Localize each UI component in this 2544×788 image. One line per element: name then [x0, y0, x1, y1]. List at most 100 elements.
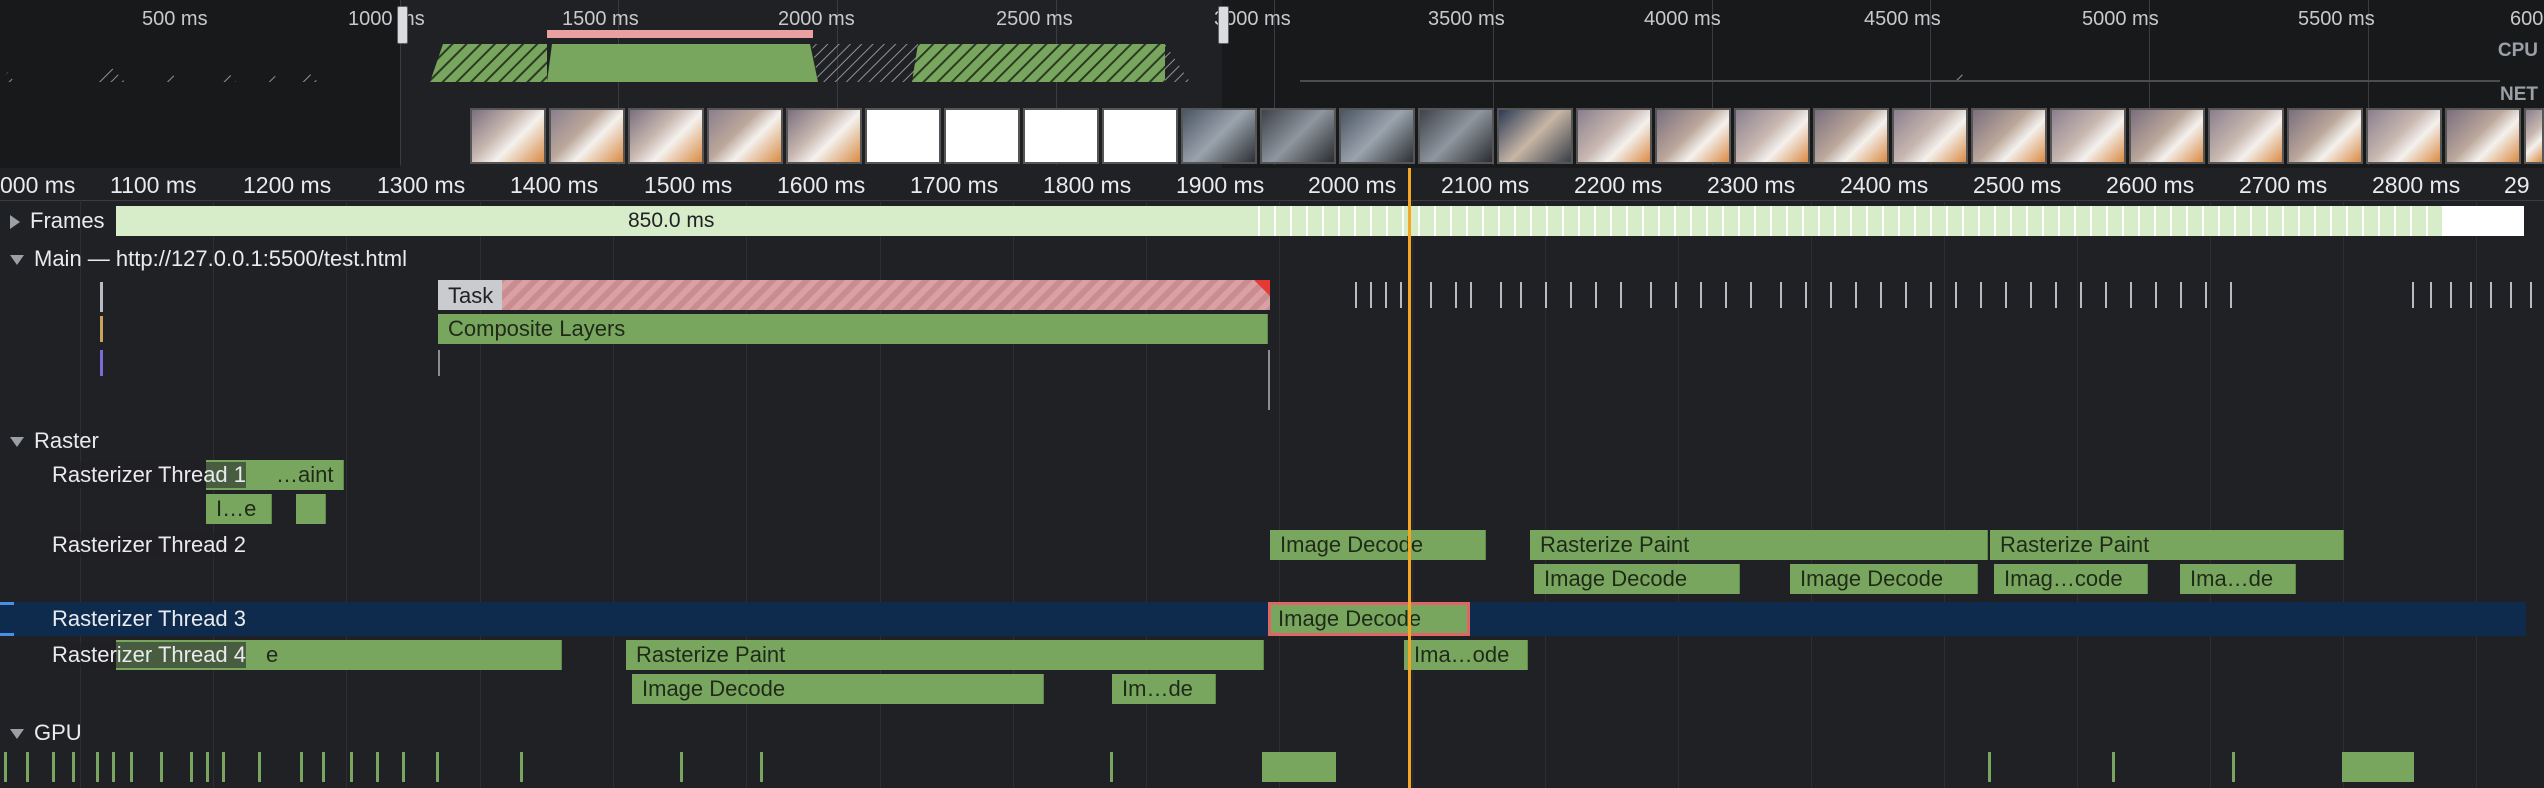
short-task-tick[interactable]: [1520, 282, 1522, 308]
short-task-tick[interactable]: [1400, 282, 1402, 308]
short-task-tick[interactable]: [1700, 282, 1702, 308]
short-task-tick[interactable]: [2530, 282, 2532, 308]
gpu-task[interactable]: [376, 752, 379, 782]
frames-track[interactable]: 850.0 ms Frames: [0, 204, 2544, 240]
screenshot-thumbnail[interactable]: [2050, 108, 2126, 164]
image-decode-bar[interactable]: [296, 494, 326, 524]
short-task-tick[interactable]: [2080, 282, 2082, 308]
gpu-task[interactable]: [2232, 752, 2235, 782]
screenshot-thumbnail[interactable]: [1102, 108, 1178, 164]
gpu-task[interactable]: [160, 752, 163, 782]
collapse-icon[interactable]: [10, 729, 24, 740]
window-handle-left[interactable]: [397, 6, 408, 44]
task-bar[interactable]: Task: [438, 280, 1270, 310]
image-decode-bar[interactable]: Image Decode: [1270, 530, 1486, 560]
short-task-tick[interactable]: [1620, 282, 1622, 308]
gpu-task[interactable]: [4, 752, 7, 782]
rasterizer-thread-4-label[interactable]: Rasterizer Thread 4: [52, 642, 247, 668]
gpu-task[interactable]: [258, 752, 261, 782]
gpu-task[interactable]: [2112, 752, 2115, 782]
short-task-tick[interactable]: [1470, 282, 1472, 308]
rasterize-paint-bar[interactable]: Rasterize Paint: [1530, 530, 1988, 560]
screenshot-thumbnail[interactable]: [1497, 108, 1573, 164]
screenshot-thumbnail[interactable]: [2445, 108, 2521, 164]
image-decode-bar-selected[interactable]: Image Decode: [1268, 602, 1470, 636]
short-task-tick[interactable]: [1675, 282, 1677, 308]
screenshot-thumbnail[interactable]: [2129, 108, 2205, 164]
short-task-tick[interactable]: [2005, 282, 2007, 308]
rasterize-paint-bar[interactable]: Rasterize Paint: [626, 640, 1264, 670]
gpu-task[interactable]: [190, 752, 193, 782]
screenshot-thumbnail[interactable]: [865, 108, 941, 164]
frame-bar-run[interactable]: [1244, 206, 2444, 236]
rasterizer-thread-2-label[interactable]: Rasterizer Thread 2: [52, 532, 247, 558]
short-task-tick[interactable]: [1725, 282, 1727, 308]
gpu-task[interactable]: [350, 752, 353, 782]
timeline-ruler[interactable]: 000 ms 1100 ms 1200 ms 1300 ms 1400 ms 1…: [0, 168, 2544, 201]
screenshot-thumbnail[interactable]: [1813, 108, 1889, 164]
overview-pane[interactable]: 500 ms 1000 ms 1500 ms 2000 ms 2500 ms 3…: [0, 0, 2544, 169]
short-task-tick[interactable]: [1750, 282, 1752, 308]
screenshot-thumbnail[interactable]: [1023, 108, 1099, 164]
screenshot-thumbnail[interactable]: [549, 108, 625, 164]
short-task-tick[interactable]: [2230, 282, 2232, 308]
short-task-tick[interactable]: [2490, 282, 2492, 308]
gpu-task[interactable]: [72, 752, 75, 782]
short-task-tick[interactable]: [1355, 282, 1357, 308]
short-task-tick[interactable]: [2105, 282, 2107, 308]
image-decode-bar[interactable]: Image Decode: [632, 674, 1044, 704]
screenshot-thumbnail[interactable]: [1971, 108, 2047, 164]
gpu-task[interactable]: [1110, 752, 1113, 782]
frames-section-header[interactable]: Frames: [10, 208, 105, 234]
short-task-tick[interactable]: [2470, 282, 2472, 308]
screenshot-thumbnail[interactable]: [2366, 108, 2442, 164]
gpu-task[interactable]: [436, 752, 439, 782]
image-decode-bar[interactable]: Imag…code: [1994, 564, 2148, 594]
gpu-task[interactable]: [52, 752, 55, 782]
screenshot-thumbnail[interactable]: [1734, 108, 1810, 164]
composite-layers-bar[interactable]: Composite Layers: [438, 314, 1268, 344]
short-task-tick[interactable]: [2510, 282, 2512, 308]
short-task-tick[interactable]: [1805, 282, 1807, 308]
short-task-tick[interactable]: [2030, 282, 2032, 308]
short-task-tick[interactable]: [1500, 282, 1502, 308]
screenshot-thumbnail[interactable]: [1418, 108, 1494, 164]
screenshot-thumbnail[interactable]: [2524, 108, 2544, 164]
rasterizer-thread-1-label[interactable]: Rasterizer Thread 1: [52, 462, 247, 488]
gpu-task[interactable]: [222, 752, 225, 782]
image-decode-bar[interactable]: Image Decode: [1790, 564, 1978, 594]
short-task-tick[interactable]: [1980, 282, 1982, 308]
short-task-tick[interactable]: [1855, 282, 1857, 308]
screenshot-thumbnail[interactable]: [1339, 108, 1415, 164]
gpu-task[interactable]: [2342, 752, 2414, 782]
short-task-tick[interactable]: [1370, 282, 1372, 308]
image-decode-bar[interactable]: Image Decode: [1534, 564, 1740, 594]
short-task-tick[interactable]: [2205, 282, 2207, 308]
screenshot-thumbnail[interactable]: [1655, 108, 1731, 164]
image-decode-bar[interactable]: Ima…ode: [1404, 640, 1528, 670]
gpu-task[interactable]: [206, 752, 209, 782]
short-task-tick[interactable]: [1830, 282, 1832, 308]
short-task-tick[interactable]: [2412, 282, 2414, 308]
short-task-tick[interactable]: [1780, 282, 1782, 308]
collapse-icon[interactable]: [10, 437, 24, 448]
collapse-icon[interactable]: [10, 255, 24, 266]
gpu-task[interactable]: [112, 752, 115, 782]
short-task-tick[interactable]: [2450, 282, 2452, 308]
screenshot-thumbnail[interactable]: [1892, 108, 1968, 164]
short-task-tick[interactable]: [1385, 282, 1387, 308]
window-handle-right[interactable]: [1218, 6, 1229, 44]
short-task-tick[interactable]: [1930, 282, 1932, 308]
screenshot-thumbnail[interactable]: [1181, 108, 1257, 164]
short-task-tick[interactable]: [1430, 282, 1432, 308]
short-task-tick[interactable]: [1570, 282, 1572, 308]
short-task-tick[interactable]: [1545, 282, 1547, 308]
expand-icon[interactable]: [10, 215, 20, 230]
short-task-tick[interactable]: [1455, 282, 1457, 308]
short-task-tick[interactable]: [2055, 282, 2057, 308]
screenshot-thumbnail[interactable]: [944, 108, 1020, 164]
screenshot-thumbnail[interactable]: [628, 108, 704, 164]
gpu-task[interactable]: [520, 752, 523, 782]
image-decode-bar[interactable]: I…e: [206, 494, 272, 524]
screenshot-thumbnail[interactable]: [786, 108, 862, 164]
